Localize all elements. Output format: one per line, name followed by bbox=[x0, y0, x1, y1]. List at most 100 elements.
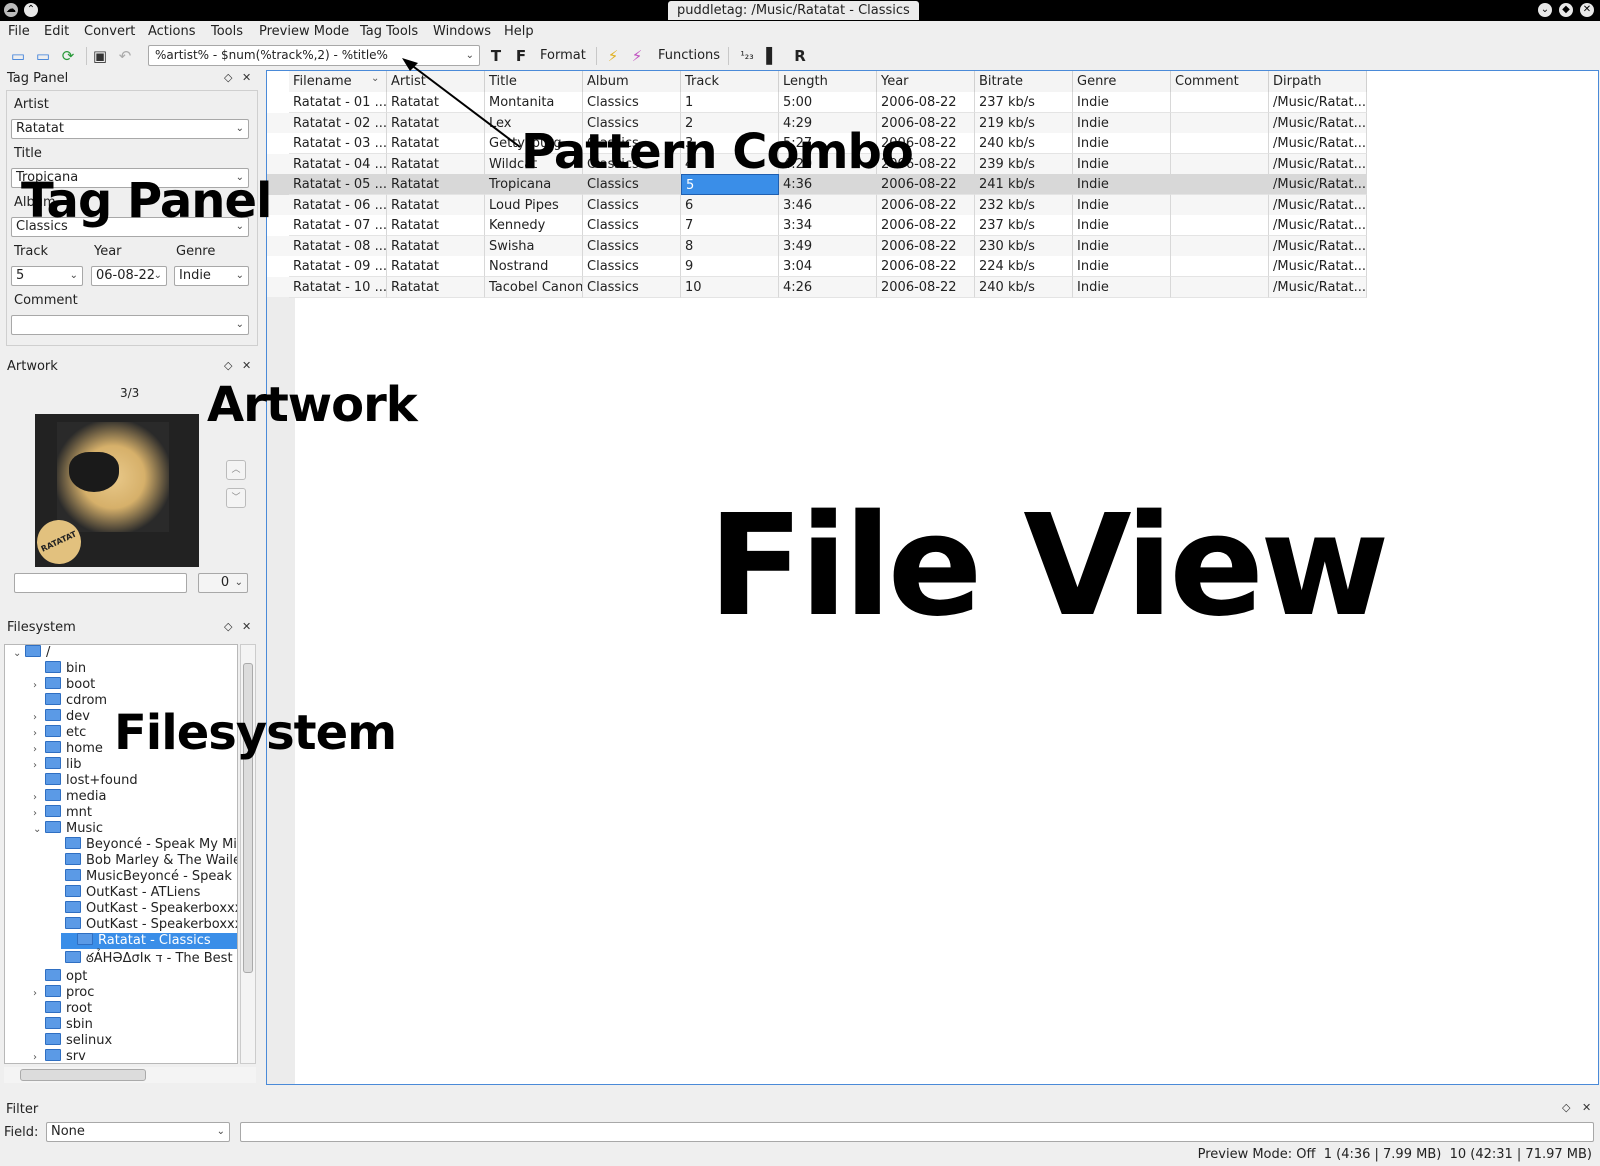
table-cell[interactable]: Ratatat bbox=[387, 276, 485, 298]
expand-arrow-icon[interactable]: › bbox=[33, 678, 45, 694]
menu-help[interactable]: Help bbox=[504, 23, 534, 41]
column-header[interactable]: Comment bbox=[1171, 71, 1269, 92]
genre-combo[interactable]: Indie ⌄ bbox=[174, 266, 249, 286]
table-cell[interactable]: 2006-08-22 bbox=[877, 276, 975, 298]
menu-actions[interactable]: Actions bbox=[148, 23, 196, 41]
table-cell[interactable]: 219 kb/s bbox=[975, 112, 1073, 134]
table-cell[interactable]: 10 bbox=[681, 276, 779, 298]
tree-item[interactable]: cdrom bbox=[33, 693, 107, 709]
functions-button[interactable]: Functions bbox=[658, 47, 720, 65]
refresh-icon[interactable]: ⟳ bbox=[58, 46, 78, 66]
artwork-description-field[interactable] bbox=[14, 573, 187, 593]
artwork-type-combo[interactable]: 0 ⌄ bbox=[198, 573, 248, 593]
tree-item[interactable]: ⌄ Music bbox=[33, 821, 103, 837]
table-cell[interactable]: Indie bbox=[1073, 276, 1171, 298]
quick-actions-icon[interactable]: ⚡ bbox=[603, 46, 623, 66]
tree-item[interactable]: bin bbox=[33, 661, 86, 677]
table-cell[interactable]: Ratatat bbox=[387, 215, 485, 236]
table-cell[interactable]: Ratatat - 05 ... bbox=[289, 174, 387, 195]
table-cell[interactable]: /Music/Ratat... bbox=[1269, 194, 1367, 216]
tree-item[interactable]: › proc bbox=[33, 985, 94, 1001]
table-cell[interactable]: 237 kb/s bbox=[975, 215, 1073, 236]
save-icon[interactable]: ▣ bbox=[90, 46, 110, 66]
table-cell[interactable]: Ratatat bbox=[387, 256, 485, 277]
table-cell[interactable]: 230 kb/s bbox=[975, 235, 1073, 257]
table-cell[interactable]: Ratatat bbox=[387, 194, 485, 216]
table-cell[interactable]: /Music/Ratat... bbox=[1269, 92, 1367, 113]
table-cell[interactable]: Indie bbox=[1073, 235, 1171, 257]
table-cell[interactable]: 237 kb/s bbox=[975, 92, 1073, 113]
table-cell[interactable] bbox=[1171, 133, 1269, 154]
table-cell[interactable]: Tacobel Canon bbox=[485, 276, 583, 298]
table-cell[interactable]: 7 bbox=[681, 215, 779, 236]
table-cell[interactable]: 2006-08-22 bbox=[877, 194, 975, 216]
collapse-arrow-icon[interactable]: ⌄ bbox=[33, 822, 45, 838]
table-cell[interactable]: Ratatat - 07 ... bbox=[289, 215, 387, 236]
table-cell[interactable]: Ratatat - 10 ... bbox=[289, 276, 387, 298]
table-cell[interactable]: 4:26 bbox=[779, 276, 877, 298]
table-cell[interactable]: 2006-08-22 bbox=[877, 256, 975, 277]
float-icon[interactable]: ◇ bbox=[1562, 1101, 1570, 1115]
tree-item[interactable]: OutKast - ATLiens bbox=[53, 885, 200, 901]
rename-dirs-icon[interactable]: R bbox=[790, 46, 810, 66]
table-cell[interactable]: Ratatat - 03 ... bbox=[289, 133, 387, 154]
table-cell[interactable]: 3:49 bbox=[779, 235, 877, 257]
menu-preview-mode[interactable]: Preview Mode bbox=[259, 23, 349, 41]
column-header[interactable]: Track bbox=[681, 71, 779, 92]
table-cell[interactable]: 8 bbox=[681, 235, 779, 257]
table-cell[interactable]: 2006-08-22 bbox=[877, 235, 975, 257]
tree-item[interactable]: › home bbox=[33, 741, 103, 757]
tree-item[interactable]: › mnt bbox=[33, 805, 92, 821]
tree-hscroll-thumb[interactable] bbox=[20, 1069, 146, 1081]
close-window-icon[interactable]: ✕ bbox=[1580, 3, 1594, 17]
table-cell[interactable] bbox=[1171, 112, 1269, 134]
menu-tools[interactable]: Tools bbox=[211, 23, 243, 41]
tree-item[interactable]: › lib bbox=[33, 757, 81, 773]
table-cell[interactable]: 2006-08-22 bbox=[877, 215, 975, 236]
collapse-arrow-icon[interactable]: ⌄ bbox=[13, 646, 25, 662]
table-cell[interactable]: 3:46 bbox=[779, 194, 877, 216]
table-cell[interactable]: Indie bbox=[1073, 256, 1171, 277]
table-cell[interactable]: 3:34 bbox=[779, 215, 877, 236]
float-icon[interactable]: ◇ bbox=[224, 620, 232, 634]
expand-arrow-icon[interactable]: › bbox=[33, 710, 45, 726]
table-cell[interactable]: Ratatat bbox=[387, 153, 485, 175]
shade-icon[interactable]: ⌃ bbox=[24, 3, 38, 17]
table-cell[interactable]: 9 bbox=[681, 256, 779, 277]
tree-item[interactable]: › srv bbox=[33, 1049, 86, 1063]
undo-icon[interactable]: ↶ bbox=[115, 46, 135, 66]
table-cell[interactable]: Ratatat - 04 ... bbox=[289, 153, 387, 175]
track-combo[interactable]: 5 ⌄ bbox=[11, 266, 83, 286]
table-cell[interactable] bbox=[1171, 194, 1269, 216]
close-icon[interactable]: ✕ bbox=[242, 71, 251, 85]
table-cell[interactable] bbox=[1171, 276, 1269, 298]
table-cell[interactable]: 5:00 bbox=[779, 92, 877, 113]
table-cell[interactable]: Classics bbox=[583, 276, 681, 298]
autonumbering-icon[interactable]: ¹₂₃ bbox=[737, 46, 757, 66]
table-cell[interactable]: /Music/Ratat... bbox=[1269, 174, 1367, 195]
add-folder-icon[interactable]: ▭ bbox=[33, 46, 53, 66]
table-cell[interactable]: Ratatat - 01 ... bbox=[289, 92, 387, 113]
year-combo[interactable]: 06-08-22 ⌄ bbox=[91, 266, 167, 286]
table-cell[interactable]: Ratatat bbox=[387, 174, 485, 195]
table-cell[interactable]: Ratatat - 02 ... bbox=[289, 112, 387, 134]
table-cell[interactable]: Swisha bbox=[485, 235, 583, 257]
table-cell[interactable] bbox=[1171, 215, 1269, 236]
tree-item[interactable]: › media bbox=[33, 789, 107, 805]
tree-item[interactable]: › dev bbox=[33, 709, 90, 725]
table-cell[interactable]: Ratatat bbox=[387, 235, 485, 257]
table-cell[interactable]: Classics bbox=[583, 194, 681, 216]
text-file-icon[interactable]: ▌ bbox=[762, 46, 782, 66]
tree-horizontal-scrollbar[interactable] bbox=[4, 1067, 256, 1083]
table-cell[interactable]: 3:04 bbox=[779, 256, 877, 277]
table-cell[interactable]: Classics bbox=[583, 256, 681, 277]
table-cell[interactable]: Indie bbox=[1073, 133, 1171, 154]
table-cell[interactable]: Loud Pipes bbox=[485, 194, 583, 216]
table-cell[interactable]: Nostrand bbox=[485, 256, 583, 277]
open-folder-icon[interactable]: ▭ bbox=[8, 46, 28, 66]
comment-combo[interactable]: ⌄ bbox=[11, 315, 249, 335]
table-cell[interactable]: Ratatat - 06 ... bbox=[289, 194, 387, 216]
float-icon[interactable]: ◇ bbox=[224, 71, 232, 85]
tree-item[interactable]: lost+found bbox=[33, 773, 138, 789]
expand-arrow-icon[interactable]: › bbox=[33, 758, 45, 774]
